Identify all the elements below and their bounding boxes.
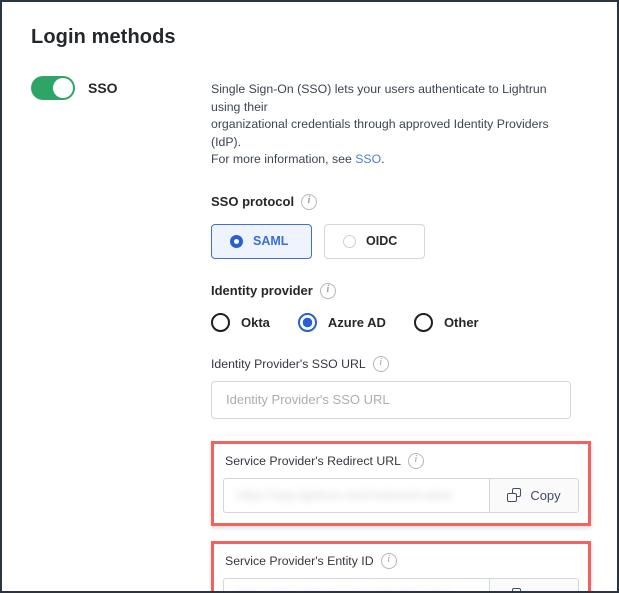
page-title: Login methods [31,26,176,49]
identity-provider-option-label: Other [444,315,479,330]
sp-redirect-url-label-row: Service Provider's Redirect URL [225,453,579,469]
identity-provider-group: Identity provider Okta Azure AD Other [211,283,583,332]
info-icon[interactable] [408,453,424,469]
identity-provider-label: Identity provider [211,283,313,298]
sp-redirect-url-highlight: Service Provider's Redirect URL https://… [211,441,591,526]
sso-protocol-option-label: OIDC [366,234,397,248]
identity-provider-option-okta[interactable]: Okta [211,313,270,332]
identity-provider-label-row: Identity provider [211,283,583,299]
identity-provider-option-label: Okta [241,315,270,330]
identity-provider-option-other[interactable]: Other [414,313,479,332]
idp-sso-url-group: Identity Provider's SSO URL Identity Pro… [211,356,583,419]
identity-provider-option-label: Azure AD [328,315,386,330]
info-icon[interactable] [301,194,317,210]
sp-redirect-url-value: https://app.lightrun.com/redacted-value [237,488,452,502]
description-line-1: Single Sign-On (SSO) lets your users aut… [211,82,547,114]
sp-entity-id-field: https://app.lightrun.com/redacted-value … [223,578,579,593]
idp-sso-url-placeholder: Identity Provider's SSO URL [226,392,390,407]
sso-protocol-option-saml[interactable]: SAML [211,224,312,259]
copy-icon [507,588,521,593]
radio-indicator [343,235,356,248]
radio-indicator [298,313,317,332]
idp-sso-url-label: Identity Provider's SSO URL [211,357,366,371]
radio-indicator [211,313,230,332]
sp-redirect-url-copy-button[interactable]: Copy [489,479,578,512]
sp-entity-id-copy-button[interactable]: Copy [489,579,578,593]
sp-redirect-url-field: https://app.lightrun.com/redacted-value … [223,478,579,513]
sp-redirect-url-value-container[interactable]: https://app.lightrun.com/redacted-value [224,479,489,512]
radio-indicator [230,235,243,248]
sp-entity-id-value-container[interactable]: https://app.lightrun.com/redacted-value [224,579,489,593]
toggle-knob [53,78,73,98]
info-icon[interactable] [373,356,389,372]
description-line-2: organizational credentials through appro… [211,117,549,149]
sso-protocol-option-label: SAML [253,234,288,248]
sso-protocol-option-oidc[interactable]: OIDC [324,224,425,259]
sso-protocol-label-row: SSO protocol [211,194,583,210]
sp-entity-id-highlight: Service Provider's Entity ID https://app… [211,541,591,593]
radio-indicator [414,313,433,332]
sp-entity-id-value: https://app.lightrun.com/redacted-value [237,588,452,593]
sp-entity-id-label: Service Provider's Entity ID [225,554,374,568]
sso-toggle-row: SSO [31,76,118,100]
idp-sso-url-input[interactable]: Identity Provider's SSO URL [211,381,571,419]
copy-icon [507,488,521,502]
identity-provider-options: Okta Azure AD Other [211,313,583,332]
sso-toggle-label: SSO [88,80,118,96]
login-methods-panel: Login methods SSO Single Sign-On (SSO) l… [0,0,619,593]
sso-protocol-group: SSO protocol SAML OIDC [211,194,583,259]
sso-description: Single Sign-On (SSO) lets your users aut… [211,81,573,169]
sso-protocol-label: SSO protocol [211,194,294,209]
sp-entity-id-label-row: Service Provider's Entity ID [225,553,579,569]
sp-redirect-url-label: Service Provider's Redirect URL [225,454,401,468]
sso-toggle-switch[interactable] [31,76,75,100]
copy-button-label: Copy [530,588,560,593]
info-icon[interactable] [381,553,397,569]
sso-protocol-options: SAML OIDC [211,224,583,259]
identity-provider-option-azure-ad[interactable]: Azure AD [298,313,386,332]
description-line-3-prefix: For more information, see [211,152,355,166]
copy-button-label: Copy [530,488,560,503]
idp-sso-url-label-row: Identity Provider's SSO URL [211,356,583,372]
sso-doc-link[interactable]: SSO [355,152,381,166]
info-icon[interactable] [320,283,336,299]
sso-settings-content: Single Sign-On (SSO) lets your users aut… [211,81,583,593]
description-line-3-suffix: . [381,152,384,166]
